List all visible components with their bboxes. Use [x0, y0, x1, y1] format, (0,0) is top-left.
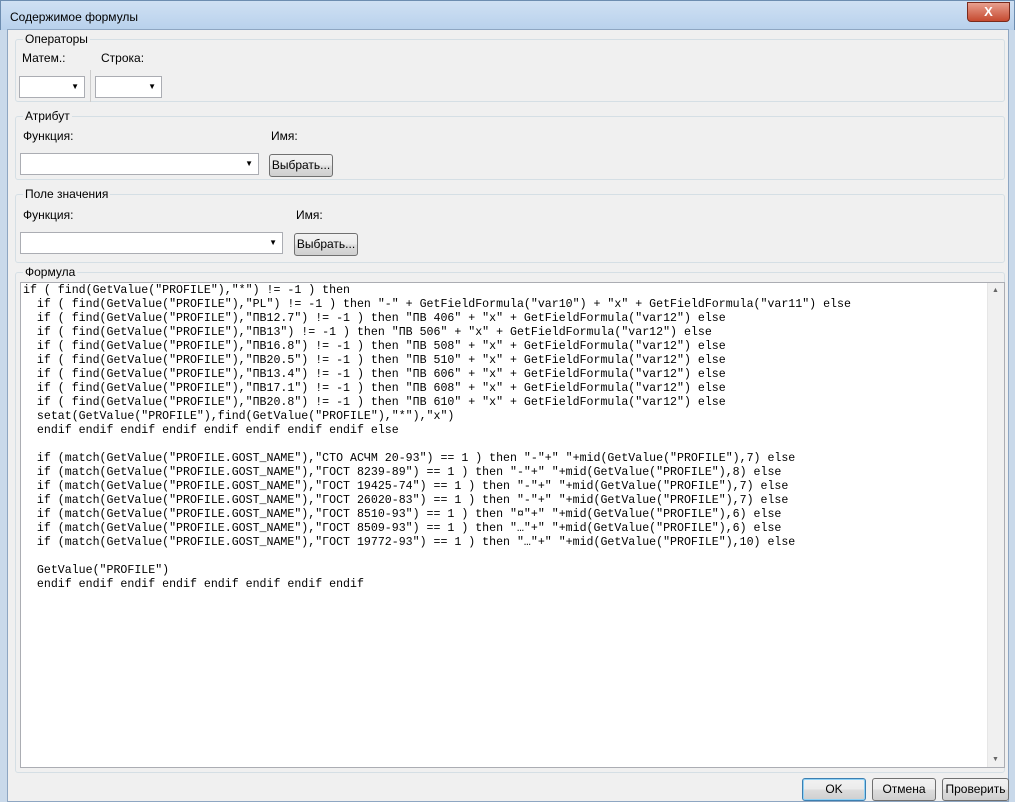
formula-group-title: Формула: [23, 265, 78, 279]
formula-line: if ( find(GetValue("PROFILE"),"ПВ17.1") …: [23, 382, 726, 395]
formula-line: if (match(GetValue("PROFILE.GOST_NAME"),…: [23, 522, 782, 535]
title-bar: Содержимое формулы X: [0, 0, 1015, 30]
vertical-scrollbar[interactable]: ▲ ▼: [987, 283, 1004, 767]
formula-line: if (match(GetValue("PROFILE.GOST_NAME"),…: [23, 466, 782, 479]
chevron-down-icon: ▼: [148, 82, 156, 91]
formula-line: if (match(GetValue("PROFILE.GOST_NAME"),…: [23, 494, 789, 507]
formula-line: if ( find(GetValue("PROFILE"),"ПВ13") !=…: [23, 326, 712, 339]
formula-line: endif endif endif endif endif endif endi…: [23, 578, 364, 591]
formula-line: [23, 438, 851, 452]
formula-line: if ( find(GetValue("PROFILE"),"*") != -1…: [23, 284, 350, 297]
attribute-select-button[interactable]: Выбрать...: [269, 154, 333, 177]
value-select-button[interactable]: Выбрать...: [294, 233, 358, 256]
formula-line: setat(GetValue("PROFILE"),find(GetValue(…: [23, 410, 455, 423]
chevron-down-icon: ▼: [269, 238, 277, 247]
value-field-group: Поле значения Функция: Имя: ▼ Выбрать...: [15, 187, 1005, 263]
cancel-button[interactable]: Отмена: [872, 778, 936, 801]
math-label: Матем.:: [22, 51, 66, 65]
operators-group-title: Операторы: [23, 32, 90, 46]
value-name-label: Имя:: [296, 208, 323, 222]
attribute-group-title: Атрибут: [23, 109, 72, 123]
ok-button[interactable]: OK: [802, 778, 866, 801]
value-function-label: Функция:: [23, 208, 74, 222]
formula-line: if ( find(GetValue("PROFILE"),"ПВ20.8") …: [23, 396, 726, 409]
string-label: Строка:: [101, 51, 145, 65]
string-operator-select[interactable]: ▼: [95, 76, 162, 98]
chevron-down-icon: ▼: [245, 159, 253, 168]
formula-line: if ( find(GetValue("PROFILE"),"ПВ12.7") …: [23, 312, 726, 325]
scroll-down-icon[interactable]: ▼: [992, 756, 999, 763]
window-title: Содержимое формулы: [10, 10, 139, 24]
formula-line: endif endif endif endif endif endif endi…: [23, 424, 399, 437]
formula-line: if (match(GetValue("PROFILE.GOST_NAME"),…: [23, 508, 782, 521]
value-function-select[interactable]: ▼: [20, 232, 283, 254]
chevron-down-icon: ▼: [71, 82, 79, 91]
formula-line: [23, 550, 851, 564]
formula-line: if ( find(GetValue("PROFILE"),"ПВ20.5") …: [23, 354, 726, 367]
close-button[interactable]: X: [967, 2, 1010, 22]
attribute-function-label: Функция:: [23, 129, 74, 143]
math-operator-select[interactable]: ▼: [19, 76, 85, 98]
formula-code: if ( find(GetValue("PROFILE"),"*") != -1…: [23, 284, 851, 592]
scroll-up-icon[interactable]: ▲: [992, 287, 999, 294]
formula-line: if (match(GetValue("PROFILE.GOST_NAME"),…: [23, 536, 796, 549]
attribute-group: Атрибут Функция: Имя: ▼ Выбрать...: [15, 109, 1005, 180]
check-button[interactable]: Проверить: [942, 778, 1009, 801]
dialog-body: Операторы Матем.: Строка: ▼ ▼ Атрибут Фу…: [7, 29, 1009, 802]
divider: [90, 70, 91, 102]
attribute-name-label: Имя:: [271, 129, 298, 143]
formula-line: if (match(GetValue("PROFILE.GOST_NAME"),…: [23, 480, 789, 493]
formula-line: if ( find(GetValue("PROFILE"),"PL") != -…: [23, 298, 851, 311]
formula-line: if ( find(GetValue("PROFILE"),"ПВ13.4") …: [23, 368, 726, 381]
attribute-function-select[interactable]: ▼: [20, 153, 259, 175]
formula-line: if ( find(GetValue("PROFILE"),"ПВ16.8") …: [23, 340, 726, 353]
value-field-group-title: Поле значения: [23, 187, 111, 201]
formula-line: GetValue("PROFILE"): [23, 564, 170, 577]
formula-line: if (match(GetValue("PROFILE.GOST_NAME"),…: [23, 452, 796, 465]
formula-textarea[interactable]: if ( find(GetValue("PROFILE"),"*") != -1…: [20, 282, 1005, 768]
operators-group: Операторы Матем.: Строка: ▼ ▼: [15, 32, 1005, 102]
